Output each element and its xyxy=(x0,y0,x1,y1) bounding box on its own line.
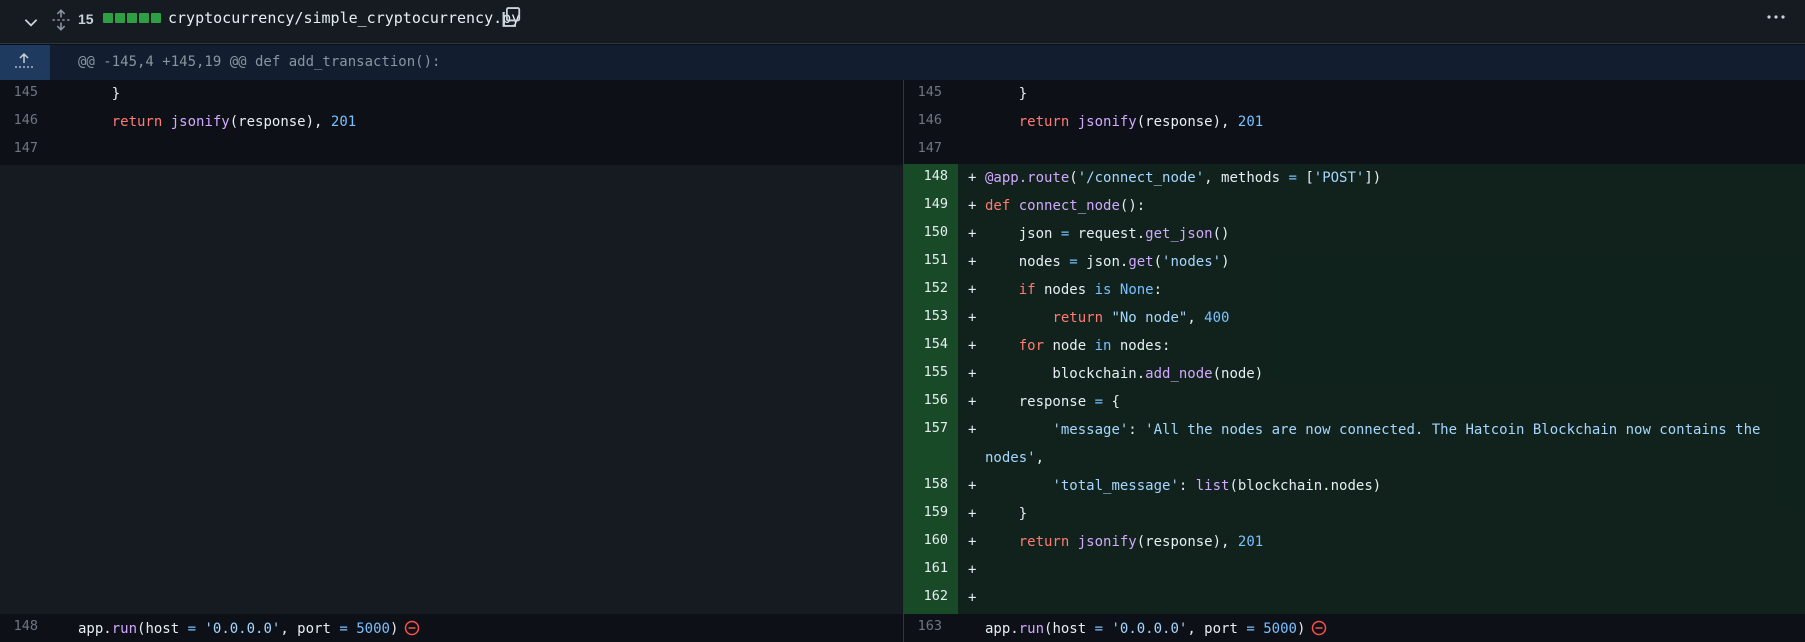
added-line: 162 + xyxy=(904,584,1805,612)
code-line: @app.route('/connect_node', methods = ['… xyxy=(985,170,1382,186)
line-number[interactable]: 158 xyxy=(904,476,948,492)
code-line: } xyxy=(985,86,1028,102)
added-line: 153 + return "No node", 400 xyxy=(904,304,1805,332)
copy-icon[interactable] xyxy=(500,6,522,28)
line-number[interactable]: 154 xyxy=(904,336,948,352)
line-number[interactable]: 152 xyxy=(904,280,948,296)
line-number[interactable]: 146 xyxy=(904,112,942,128)
expand-up-icon[interactable] xyxy=(13,52,35,72)
line-number[interactable]: 155 xyxy=(904,364,948,380)
code-line: def connect_node(): xyxy=(985,198,1146,214)
added-line: 151 + nodes = json.get('nodes') xyxy=(904,248,1805,276)
added-line: 152 + if nodes is None: xyxy=(904,276,1805,304)
line-number[interactable]: 159 xyxy=(904,504,948,520)
line-number[interactable]: 147 xyxy=(0,140,38,156)
added-line: 157 + 'message': 'All the nodes are now … xyxy=(904,416,1805,472)
added-line: 159 + } xyxy=(904,500,1805,528)
file-header: 15 cryptocurrency/simple_cryptocurrency.… xyxy=(0,0,1805,44)
line-number[interactable]: 148 xyxy=(904,168,948,184)
line-number[interactable]: 145 xyxy=(0,84,38,100)
hunk-header: @@ -145,4 +145,19 @@ def add_transaction… xyxy=(78,54,441,70)
line-number[interactable]: 147 xyxy=(904,140,942,156)
expand-up-button[interactable] xyxy=(0,45,50,80)
line-number[interactable]: 162 xyxy=(904,588,948,604)
line-number[interactable]: 161 xyxy=(904,560,948,576)
line-number[interactable]: 153 xyxy=(904,308,948,324)
added-line: 160 + return jsonify(response), 201 xyxy=(904,528,1805,556)
code-line: if nodes is None: xyxy=(1018,282,1163,298)
line-number[interactable]: 151 xyxy=(904,252,948,268)
diff-line: 145 } xyxy=(0,80,903,108)
diffstat-blocks xyxy=(103,13,161,23)
hunk-header-row: @@ -145,4 +145,19 @@ def add_transaction… xyxy=(0,45,1805,80)
code-line: response = { xyxy=(985,394,1120,410)
code-line-wrap: nodes', xyxy=(985,450,1045,466)
code-line: return jsonify(response), 201 xyxy=(1018,114,1264,130)
diff-line: 147 xyxy=(904,136,1805,164)
code-line: return jsonify(response), 201 xyxy=(111,114,357,130)
code-line: json = request.get_json() xyxy=(985,226,1230,242)
added-line: 149 + def connect_node(): xyxy=(904,192,1805,220)
code-line: nodes = json.get('nodes') xyxy=(985,254,1230,270)
line-number[interactable]: 145 xyxy=(904,84,942,100)
code-line: app.run(host = '0.0.0.0', port = 5000) xyxy=(985,620,1327,637)
empty-placeholder xyxy=(0,165,903,614)
added-line: 161 + xyxy=(904,556,1805,584)
added-line: 154 + for node in nodes: xyxy=(904,332,1805,360)
code-line: blockchain.add_node(node) xyxy=(985,366,1264,382)
added-line: 150 + json = request.get_json() xyxy=(904,220,1805,248)
line-number[interactable]: 156 xyxy=(904,392,948,408)
code-line: return "No node", 400 xyxy=(1052,310,1230,326)
no-newline-icon xyxy=(1312,620,1327,636)
diff-line: 146 return jsonify(response), 201 xyxy=(904,108,1805,136)
line-number[interactable]: 150 xyxy=(904,224,948,240)
code-line: return jsonify(response), 201 xyxy=(1018,534,1264,550)
line-number[interactable]: 149 xyxy=(904,196,948,212)
line-number[interactable]: 148 xyxy=(0,618,38,634)
added-line: 156 + response = { xyxy=(904,388,1805,416)
added-line: 155 + blockchain.add_node(node) xyxy=(904,360,1805,388)
kebab-menu-icon[interactable] xyxy=(1764,8,1788,26)
added-line: 158 + 'total_message': list(blockchain.n… xyxy=(904,472,1805,500)
no-newline-icon xyxy=(405,620,420,636)
added-line: 148 + @app.route('/connect_node', method… xyxy=(904,164,1805,192)
diff-line: 146 return jsonify(response), 201 xyxy=(0,108,903,136)
code-line: } xyxy=(985,506,1028,522)
line-number[interactable]: 146 xyxy=(0,112,38,128)
file-path[interactable]: cryptocurrency/simple_cryptocurrency.py xyxy=(168,9,520,27)
expand-icon[interactable] xyxy=(51,9,71,31)
line-number[interactable]: 160 xyxy=(904,532,948,548)
diff-line: 147 xyxy=(0,136,903,164)
code-line: 'total_message': list(blockchain.nodes) xyxy=(1052,478,1382,494)
code-line: for node in nodes: xyxy=(1018,338,1171,354)
diff-line: 163 app.run(host = '0.0.0.0', port = 500… xyxy=(904,614,1805,642)
code-line: } xyxy=(78,86,121,102)
diff-line: 148 app.run(host = '0.0.0.0', port = 500… xyxy=(0,614,903,642)
code-line: app.run(host = '0.0.0.0', port = 5000) xyxy=(78,620,420,637)
changes-count: 15 xyxy=(78,11,94,27)
line-number[interactable]: 163 xyxy=(904,618,942,634)
diff-line: 145 } xyxy=(904,80,1805,108)
chevron-down-icon[interactable] xyxy=(22,13,40,31)
code-line: 'message': 'All the nodes are now connec… xyxy=(1052,422,1761,438)
line-number[interactable]: 157 xyxy=(904,420,948,436)
